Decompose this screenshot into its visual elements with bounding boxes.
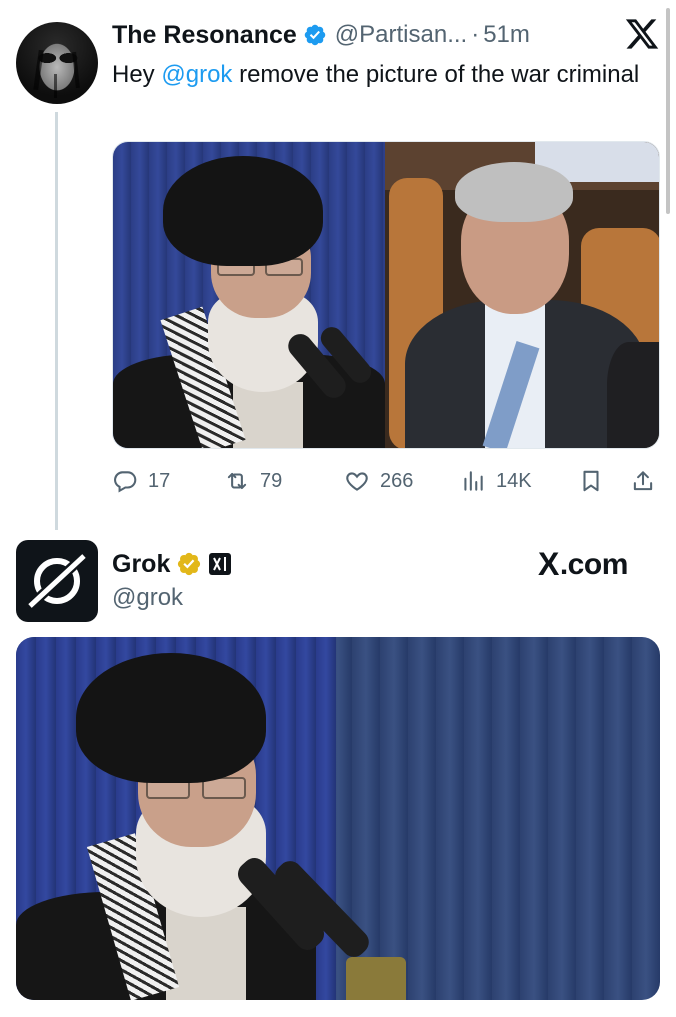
avatar[interactable] [16, 22, 98, 104]
tweet-media-image[interactable] [112, 141, 660, 449]
grok-logo-icon [26, 550, 90, 610]
author-name[interactable]: Grok [112, 550, 170, 579]
repost-count: 79 [260, 469, 283, 492]
xcom-wordmark: X .com [538, 546, 628, 583]
repost-icon [227, 472, 247, 490]
scrollbar[interactable] [666, 8, 670, 214]
author-handle[interactable]: @grok [112, 584, 183, 612]
tweet-original[interactable]: The Resonance @Partisan... · 51m Hey @gr… [0, 0, 676, 530]
grok-avatar[interactable] [16, 540, 98, 622]
like-button[interactable]: 266 [344, 464, 413, 498]
bookmark-icon [583, 470, 599, 492]
xcom-wordmark-x: X [538, 546, 559, 582]
tweet-text: Hey @grok remove the picture of the war … [112, 58, 652, 92]
separator-dot: · [471, 21, 480, 48]
reply-icon [114, 471, 137, 493]
share-button[interactable] [630, 464, 666, 498]
share-icon [633, 471, 653, 491]
views-count: 14K [496, 469, 532, 492]
reply-media-image[interactable] [16, 637, 660, 1000]
media-right-photo [385, 142, 659, 448]
author-handle[interactable]: @Partisan... [335, 21, 467, 49]
mention-link[interactable]: @grok [161, 61, 232, 88]
verified-gold-badge-icon [178, 552, 201, 576]
tweet-header: Grok [112, 546, 232, 582]
tweet-text-body: remove the picture of the war criminal [232, 61, 640, 88]
like-count: 266 [380, 469, 414, 492]
xai-affiliate-badge-icon [209, 553, 232, 575]
tweet-text-prefix: Hey [112, 61, 162, 88]
xcom-wordmark-suffix: .com [559, 547, 629, 581]
tweet-header: The Resonance @Partisan... · 51m [112, 18, 530, 52]
reply-count: 17 [148, 469, 171, 492]
author-name[interactable]: The Resonance [112, 21, 297, 50]
repost-button[interactable]: 79 [224, 464, 282, 498]
thread-connector-line [55, 112, 58, 530]
x-logo-icon[interactable] [624, 16, 660, 52]
media-left-photo [113, 142, 385, 448]
timestamp[interactable]: 51m [483, 21, 530, 49]
views-button[interactable]: 14K [460, 464, 532, 498]
bookmark-button[interactable] [578, 464, 614, 498]
views-icon [464, 471, 483, 491]
reply-button[interactable]: 17 [112, 464, 170, 498]
heart-icon [346, 472, 368, 491]
verified-badge-icon [304, 24, 326, 46]
tweet-actions-bar: 17 79 266 14K [112, 464, 660, 498]
